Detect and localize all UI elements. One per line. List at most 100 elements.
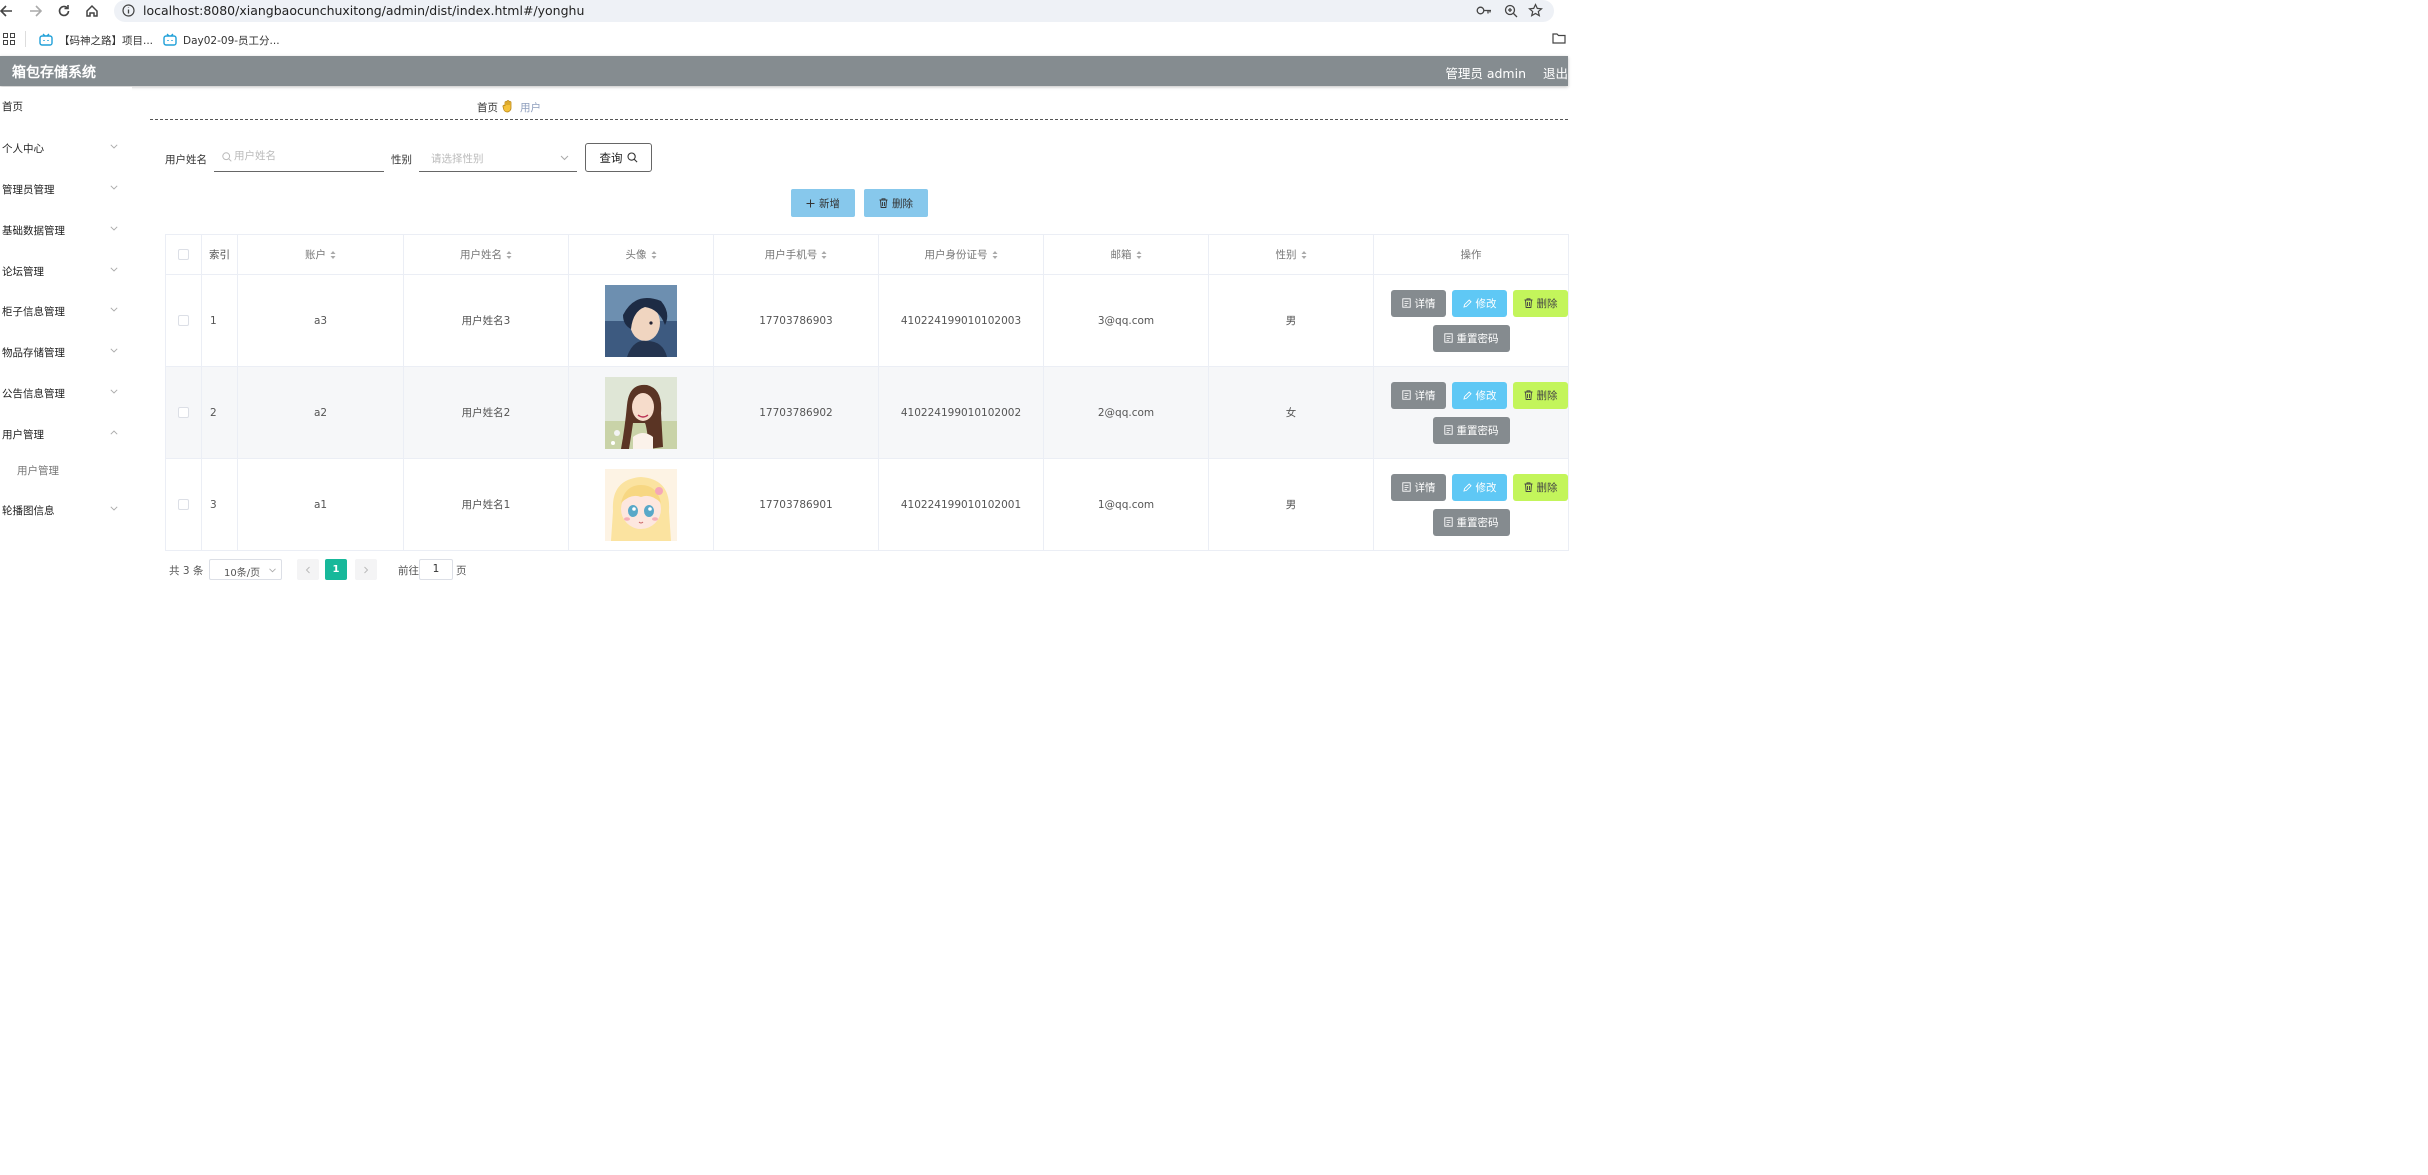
password-key-icon[interactable]	[1476, 4, 1492, 17]
sidebar-item-8[interactable]: 轮播图信息	[0, 490, 132, 530]
sidebar-item-1[interactable]: 管理员管理	[0, 169, 132, 209]
header-email[interactable]: 邮箱	[1043, 234, 1209, 275]
chevron-down-icon	[110, 144, 118, 150]
avatar	[605, 468, 677, 541]
divider	[150, 119, 1568, 120]
sidebar-item-7[interactable]: 用户管理	[0, 414, 132, 454]
header-id-card[interactable]: 用户身份证号	[878, 234, 1044, 275]
apps-grid-icon[interactable]	[3, 33, 15, 45]
row-select-cell[interactable]	[165, 458, 202, 551]
header-phone-label: 用户手机号	[764, 249, 818, 261]
sort-icon[interactable]	[651, 250, 657, 260]
sidebar-item-3[interactable]: 论坛管理	[0, 251, 132, 291]
goto-page-input[interactable]: 1	[419, 559, 453, 580]
header-name[interactable]: 用户姓名	[403, 234, 569, 275]
reload-icon[interactable]	[57, 2, 75, 20]
edit-button[interactable]: 修改	[1452, 289, 1507, 317]
delete-button[interactable]: 删除	[1513, 381, 1568, 409]
header-avatar[interactable]: 头像	[568, 234, 714, 275]
sort-icon[interactable]	[992, 250, 998, 260]
sidebar-item-home[interactable]: 首页	[0, 87, 132, 127]
sidebar-item-label: 用户管理	[2, 429, 44, 441]
folder-icon[interactable]	[1552, 32, 1566, 44]
detail-button[interactable]: 详情	[1391, 381, 1446, 409]
sidebar-item-6[interactable]: 公告信息管理	[0, 373, 132, 413]
cell-email: 2@qq.com	[1043, 366, 1209, 459]
detail-label: 详情	[1414, 297, 1436, 310]
reset-password-label: 重置密码	[1456, 332, 1499, 345]
prev-page-button[interactable]	[297, 559, 319, 580]
zoom-icon[interactable]	[1504, 4, 1518, 18]
cell-ops: 详情 修改 删除重置密码	[1373, 274, 1569, 367]
sidebar-item-0[interactable]: 个人中心	[0, 128, 132, 168]
delete-label: 删除	[1536, 481, 1558, 494]
delete-button[interactable]: 删除	[1513, 289, 1568, 317]
table-row: 3 a1 用户姓名1 17703786901 410224199010102001 1@q…	[165, 458, 1569, 551]
header-phone[interactable]: 用户手机号	[713, 234, 879, 275]
cell-email: 1@qq.com	[1043, 458, 1209, 551]
sidebar-item-5[interactable]: 物品存储管理	[0, 332, 132, 372]
chevron-down-icon	[110, 226, 118, 232]
row-checkbox[interactable]	[178, 315, 189, 326]
reset-password-button[interactable]: 重置密码	[1432, 416, 1510, 444]
name-search-field[interactable]	[214, 146, 384, 172]
sort-icon[interactable]	[1136, 250, 1142, 260]
site-info-icon[interactable]	[122, 4, 135, 17]
header-gender[interactable]: 性别	[1208, 234, 1374, 275]
breadcrumb-home[interactable]: 首页	[477, 100, 498, 115]
select-all-checkbox[interactable]	[178, 249, 189, 260]
sort-icon[interactable]	[506, 250, 512, 260]
gender-select[interactable]: 请选择性别	[419, 146, 577, 172]
sidebar-item-2[interactable]: 基础数据管理	[0, 210, 132, 250]
cell-account: a3	[237, 274, 404, 367]
delete-label: 删除	[1536, 389, 1558, 402]
sidebar-subitem-label: 用户管理	[17, 465, 59, 477]
goto-suffix: 页	[456, 565, 467, 577]
header-account[interactable]: 账户	[237, 234, 404, 275]
cell-phone: 17703786901	[713, 458, 879, 551]
sort-icon[interactable]	[821, 250, 827, 260]
reset-password-button[interactable]: 重置密码	[1432, 324, 1510, 352]
header-avatar-label: 头像	[625, 249, 647, 261]
add-button[interactable]: 新增	[791, 189, 855, 217]
edit-button[interactable]: 修改	[1452, 381, 1507, 409]
sort-icon[interactable]	[330, 250, 336, 260]
chevron-down-icon	[110, 389, 118, 395]
table-row: 1 a3 用户姓名3 17703786903 410224199010102003 3@q…	[165, 274, 1569, 367]
edit-label: 修改	[1475, 297, 1497, 310]
page-size-select[interactable]: 10条/页	[209, 559, 282, 580]
bookmark-label: 【码神之路】项目...	[59, 35, 154, 47]
page-button-current[interactable]: 1	[325, 559, 347, 580]
detail-label: 详情	[1414, 389, 1436, 402]
edit-button[interactable]: 修改	[1452, 473, 1507, 501]
sidebar-item-label: 论坛管理	[2, 266, 44, 278]
user-table: 索引 账户 用户姓名 头像 用户手机号 用户身份证号 邮箱 性别 操作 1 a3 用…	[165, 234, 1569, 551]
home-icon[interactable]	[85, 2, 103, 20]
delete-button[interactable]: 删除	[1513, 473, 1568, 501]
row-checkbox[interactable]	[178, 499, 189, 510]
forward-icon[interactable]	[28, 2, 46, 20]
select-all-cell[interactable]	[165, 234, 202, 275]
cell-avatar	[568, 366, 714, 459]
name-search-input[interactable]	[234, 150, 374, 162]
back-icon[interactable]	[0, 2, 18, 20]
chevron-down-icon	[560, 155, 569, 161]
sidebar-item-4[interactable]: 柜子信息管理	[0, 291, 132, 331]
reset-password-label: 重置密码	[1456, 516, 1499, 529]
reset-password-button[interactable]: 重置密码	[1432, 508, 1510, 536]
detail-button[interactable]: 详情	[1391, 473, 1446, 501]
bookmark-star-icon[interactable]	[1528, 3, 1543, 18]
next-page-button[interactable]	[355, 559, 377, 580]
sort-icon[interactable]	[1301, 250, 1307, 260]
row-select-cell[interactable]	[165, 274, 202, 367]
batch-delete-button[interactable]: 删除	[864, 189, 928, 217]
query-button[interactable]: 查询	[585, 143, 652, 172]
row-select-cell[interactable]	[165, 366, 202, 459]
cell-account: a2	[237, 366, 404, 459]
row-checkbox[interactable]	[178, 407, 189, 418]
document-icon	[1401, 390, 1411, 400]
logout-link[interactable]: 退出	[1543, 63, 1568, 82]
detail-button[interactable]: 详情	[1391, 289, 1446, 317]
sidebar-subitem-user-management[interactable]: 用户管理	[0, 455, 132, 485]
chevron-down-icon	[110, 267, 118, 273]
